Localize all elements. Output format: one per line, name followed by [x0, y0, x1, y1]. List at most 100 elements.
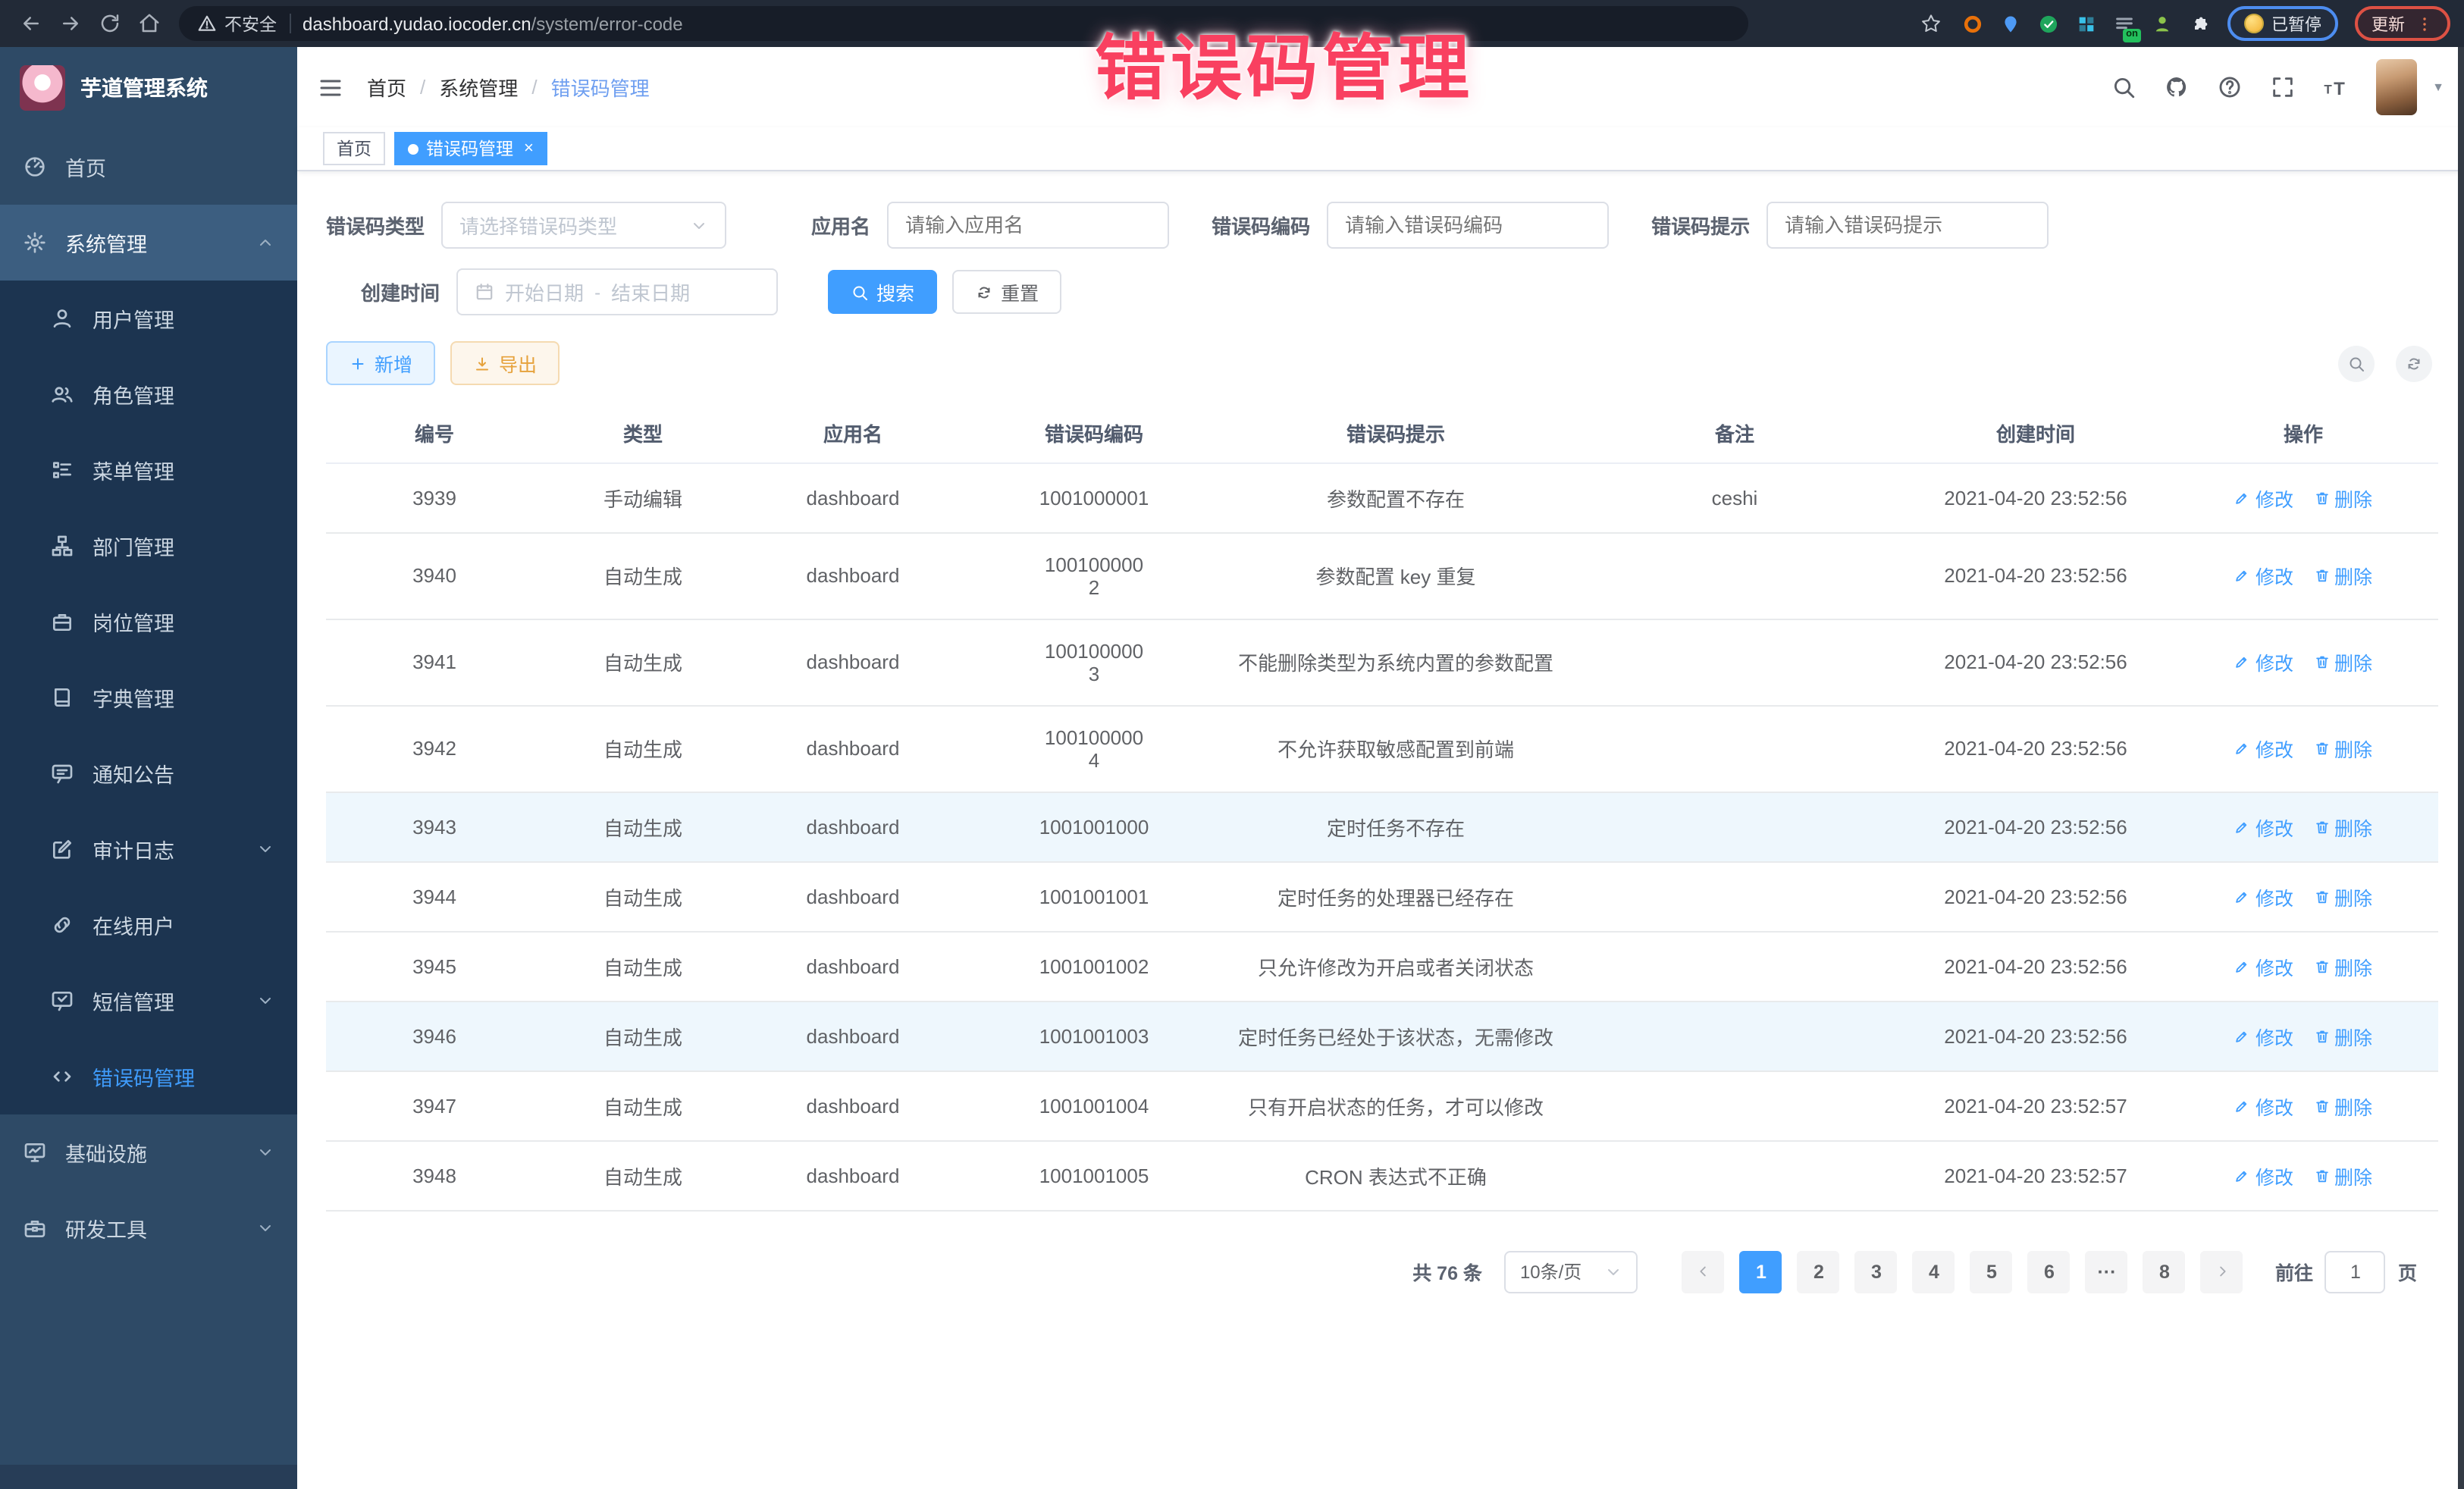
- error-type-select[interactable]: 请选择错误码类型: [441, 202, 726, 249]
- tab-首页[interactable]: 首页: [323, 132, 385, 165]
- error-code-input[interactable]: [1327, 202, 1609, 249]
- sidebar-item-系统管理[interactable]: 系统管理: [0, 205, 297, 281]
- bookmark-star-icon[interactable]: [1920, 12, 1942, 35]
- goto-page-input[interactable]: [2325, 1250, 2386, 1293]
- prev-page-button[interactable]: [1682, 1250, 1725, 1293]
- extension-location-pin-icon[interactable]: [2000, 13, 2021, 34]
- home-icon[interactable]: [132, 7, 165, 40]
- search-button[interactable]: 搜索: [828, 270, 937, 314]
- edit-link[interactable]: 修改: [2234, 483, 2293, 512]
- cell-type: 自动生成: [543, 1001, 743, 1071]
- select-caret-icon: [1605, 1262, 1623, 1281]
- edit-link[interactable]: 修改: [2234, 812, 2293, 841]
- page-button-2[interactable]: 2: [1798, 1250, 1840, 1293]
- app-logo[interactable]: 芋道管理系统: [0, 47, 297, 129]
- code-icon: [50, 1064, 74, 1089]
- delete-link[interactable]: 删除: [2313, 483, 2372, 512]
- delete-link[interactable]: 删除: [2313, 1091, 2372, 1120]
- sidebar-item-菜单管理[interactable]: 菜单管理: [0, 432, 297, 508]
- sidebar-item-审计日志[interactable]: 审计日志: [0, 811, 297, 887]
- sidebar-item-首页[interactable]: 首页: [0, 129, 297, 205]
- next-page-button[interactable]: [2201, 1250, 2243, 1293]
- select-caret-icon: [690, 216, 708, 234]
- security-chip[interactable]: 不安全: [197, 11, 277, 36]
- edit-link[interactable]: 修改: [2234, 647, 2293, 676]
- header-search-icon[interactable]: [2111, 74, 2136, 100]
- profile-paused-badge[interactable]: 已暂停: [2227, 6, 2338, 41]
- tab-close-icon[interactable]: ×: [524, 139, 534, 158]
- page-ellipsis[interactable]: ···: [2086, 1250, 2128, 1293]
- app-name-input[interactable]: [887, 202, 1169, 249]
- avatar-caret-icon[interactable]: ▼: [2432, 80, 2444, 94]
- refresh-table-icon[interactable]: [2396, 345, 2432, 381]
- sidebar-item-用户管理[interactable]: 用户管理: [0, 281, 297, 356]
- user-avatar[interactable]: [2376, 59, 2417, 115]
- page-button-1[interactable]: 1: [1740, 1250, 1782, 1293]
- delete-link[interactable]: 删除: [2313, 734, 2372, 763]
- edit-link[interactable]: 修改: [2234, 734, 2293, 763]
- sidebar-item-基础设施[interactable]: 基础设施: [0, 1114, 297, 1190]
- sidebar-item-label: 在线用户: [92, 910, 174, 940]
- cell-id: 3943: [326, 792, 543, 861]
- browser-update-button[interactable]: 更新: [2355, 6, 2450, 41]
- edit-link[interactable]: 修改: [2234, 882, 2293, 911]
- sidebar-footer[interactable]: [0, 1465, 297, 1489]
- cell-msg: CRON 表达式不正确: [1225, 1140, 1566, 1210]
- fullscreen-icon[interactable]: [2270, 74, 2296, 100]
- sidebar-item-部门管理[interactable]: 部门管理: [0, 508, 297, 584]
- help-icon[interactable]: [2217, 74, 2243, 100]
- github-icon[interactable]: [2164, 74, 2190, 100]
- window-scrollbar[interactable]: [2458, 47, 2464, 1489]
- tab-错误码管理[interactable]: 错误码管理×: [394, 132, 547, 165]
- sidebar-item-短信管理[interactable]: 短信管理: [0, 963, 297, 1039]
- extension-list-on-icon[interactable]: on: [2114, 13, 2135, 34]
- delete-link[interactable]: 删除: [2313, 1161, 2372, 1190]
- sidebar-item-字典管理[interactable]: 字典管理: [0, 660, 297, 735]
- plus-icon: [349, 354, 367, 372]
- sidebar-item-研发工具[interactable]: 研发工具: [0, 1190, 297, 1266]
- address-bar[interactable]: 不安全 dashboard.yudao.iocoder.cn/system/er…: [179, 6, 1748, 41]
- edit-link[interactable]: 修改: [2234, 1091, 2293, 1120]
- sidebar-item-角色管理[interactable]: 角色管理: [0, 356, 297, 432]
- error-msg-input[interactable]: [1766, 202, 2049, 249]
- delete-link[interactable]: 删除: [2313, 1021, 2372, 1050]
- page-button-6[interactable]: 6: [2028, 1250, 2071, 1293]
- edit-link[interactable]: 修改: [2234, 561, 2293, 590]
- extension-blue-gem-icon[interactable]: [2076, 13, 2097, 34]
- extension-orange-ring-icon[interactable]: [1962, 13, 1983, 34]
- page-button-3[interactable]: 3: [1855, 1250, 1898, 1293]
- forward-icon[interactable]: [53, 7, 86, 40]
- delete-link[interactable]: 删除: [2313, 951, 2372, 980]
- sidebar-item-通知公告[interactable]: 通知公告: [0, 735, 297, 811]
- breadcrumb-home[interactable]: 首页: [367, 73, 406, 102]
- toggle-search-icon[interactable]: [2338, 345, 2375, 381]
- sidebar-item-岗位管理[interactable]: 岗位管理: [0, 584, 297, 660]
- breadcrumb-system[interactable]: 系统管理: [439, 73, 518, 102]
- page-button-8[interactable]: 8: [2143, 1250, 2186, 1293]
- add-button[interactable]: 新增: [326, 341, 435, 385]
- delete-link[interactable]: 删除: [2313, 812, 2372, 841]
- edit-link[interactable]: 修改: [2234, 1021, 2293, 1050]
- page-button-4[interactable]: 4: [1913, 1250, 1955, 1293]
- create-time-range-picker[interactable]: 开始日期 - 结束日期: [456, 268, 778, 315]
- reload-icon[interactable]: [92, 7, 126, 40]
- font-size-icon[interactable]: TT: [2323, 74, 2349, 100]
- delete-link[interactable]: 删除: [2313, 882, 2372, 911]
- browser-menu-icon[interactable]: [2415, 14, 2434, 33]
- page-size-select[interactable]: 10条/页: [1505, 1250, 1638, 1293]
- edit-link[interactable]: 修改: [2234, 951, 2293, 980]
- page-button-5[interactable]: 5: [1970, 1250, 2013, 1293]
- extensions-puzzle-icon[interactable]: [2190, 13, 2211, 34]
- reset-button[interactable]: 重置: [952, 270, 1061, 314]
- sidebar-item-错误码管理[interactable]: 错误码管理: [0, 1039, 297, 1114]
- delete-link[interactable]: 删除: [2313, 561, 2372, 590]
- cell-id: 3944: [326, 861, 543, 931]
- extension-green-check-icon[interactable]: [2038, 13, 2059, 34]
- hamburger-icon[interactable]: [317, 74, 344, 101]
- extension-green-agent-icon[interactable]: [2152, 13, 2173, 34]
- edit-link[interactable]: 修改: [2234, 1161, 2293, 1190]
- export-button[interactable]: 导出: [450, 341, 560, 385]
- sidebar-item-在线用户[interactable]: 在线用户: [0, 887, 297, 963]
- delete-link[interactable]: 删除: [2313, 647, 2372, 676]
- back-icon[interactable]: [14, 7, 47, 40]
